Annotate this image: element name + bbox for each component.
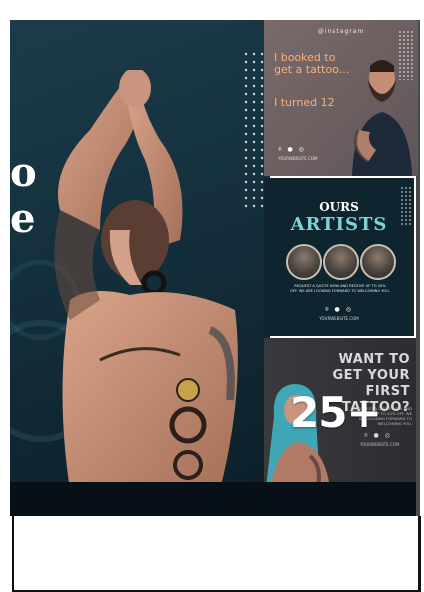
templates-count: 25+ [290,388,382,437]
card-title-small: OURS [319,200,359,214]
social-icons: ⌾ ● ◎ [278,146,306,153]
website-url: YOURWEBSITE.COM [278,156,318,161]
post-card-booked: @instagram I booked to get a tattoo... I… [264,20,418,176]
hero-side-letter: o [10,149,37,196]
empty-content-box [12,516,421,592]
instagram-handle: @instagram [317,28,365,35]
tattooed-person-illustration [54,70,238,490]
card-headline: I booked to get a tattoo... [274,51,350,76]
artist-avatar [323,244,359,280]
artist-avatar [286,244,322,280]
hero-panel [10,20,270,500]
social-icons: ⌾ ● ◎ [325,306,353,313]
hero-side-letter: e [10,195,36,242]
card-title-large: ARTISTS [290,214,388,235]
website-url: YOURWEBSITE.COM [319,316,359,321]
website-url: YOURWEBSITE.COM [360,442,400,447]
artist-avatar [360,244,396,280]
post-card-artists: OURS ARTISTS REQUEST A QUOTE NOW AND REC… [264,178,414,336]
hero-side-text: o e [10,150,50,242]
bearded-man-illustration [352,60,412,176]
card-punchline: I turned 12 [274,96,335,109]
footer-band [10,482,416,516]
card-description: REQUEST A QUOTE NOW AND RECEIVE UP TO 20… [290,284,390,293]
